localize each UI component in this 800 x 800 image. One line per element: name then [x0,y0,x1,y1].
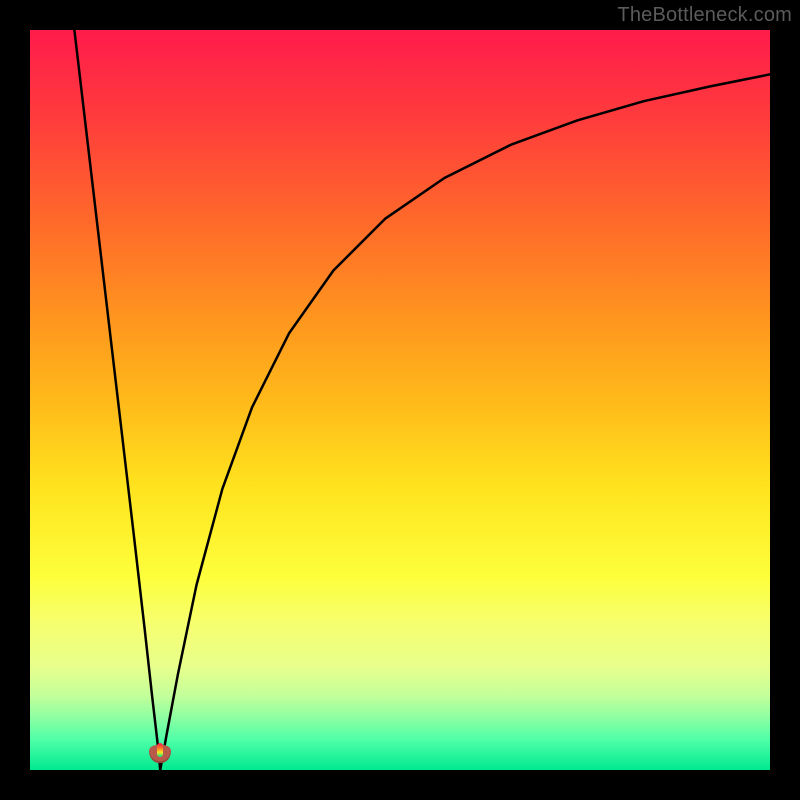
curve-left-branch [74,30,160,770]
plot-area [30,30,770,770]
curve-right-branch [160,74,770,770]
curve-layer [30,30,770,770]
dip-marker [149,745,171,763]
watermark-text: TheBottleneck.com [617,4,792,27]
chart-frame: TheBottleneck.com [0,0,800,800]
